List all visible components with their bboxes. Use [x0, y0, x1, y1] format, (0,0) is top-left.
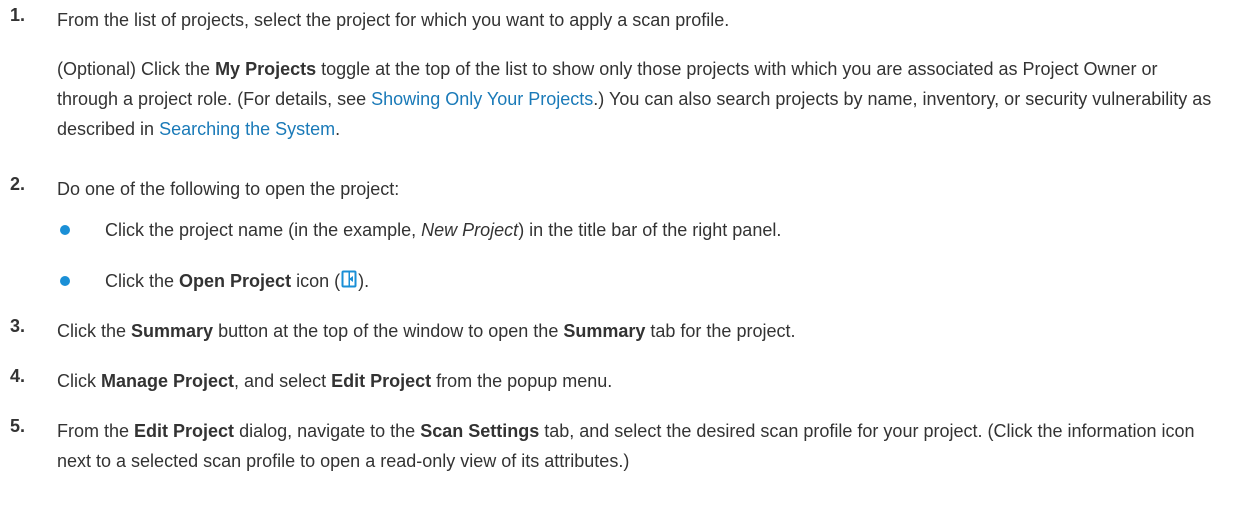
step-text: Do one of the following to open the proj… [57, 179, 400, 199]
my-projects-label: My Projects [215, 59, 317, 79]
step-text: Click Manage Project, and select Edit Pr… [57, 371, 613, 391]
bullet-item: Click the project name (in the example, … [105, 220, 782, 240]
step-number: 1. [10, 5, 26, 25]
bullet-item: Click the Open Project icon (). [105, 266, 1222, 296]
new-project-example: New Project [421, 220, 519, 240]
summary-tab-label: Summary [563, 321, 646, 341]
step-number: 2. [10, 174, 26, 194]
bullet-dot [60, 276, 70, 286]
edit-project-label: Edit Project [331, 371, 432, 391]
scan-settings-tab-label: Scan Settings [420, 421, 540, 441]
edit-project-dialog-label: Edit Project [134, 421, 235, 441]
open-project-label: Open Project [179, 271, 292, 291]
step-text: Click the Summary button at the top of t… [57, 321, 796, 341]
procedure-document: 1. From the list of projects, select the… [0, 0, 1236, 523]
summary-button-label: Summary [131, 321, 214, 341]
step-text: From the list of projects, select the pr… [57, 10, 730, 30]
optional-paragraph: (Optional) Click the My Projects toggle … [57, 59, 1212, 139]
step-number: 5. [10, 416, 26, 436]
step-number: 4. [10, 366, 26, 386]
manage-project-label: Manage Project [101, 371, 235, 391]
step-text: From the Edit Project dialog, navigate t… [57, 421, 1195, 471]
showing-only-your-projects-link[interactable]: Showing Only Your Projects [371, 89, 593, 109]
step-number: 3. [10, 316, 26, 336]
open-project-icon [341, 268, 357, 288]
searching-the-system-link[interactable]: Searching the System [159, 119, 335, 139]
bullet-dot [60, 225, 70, 235]
